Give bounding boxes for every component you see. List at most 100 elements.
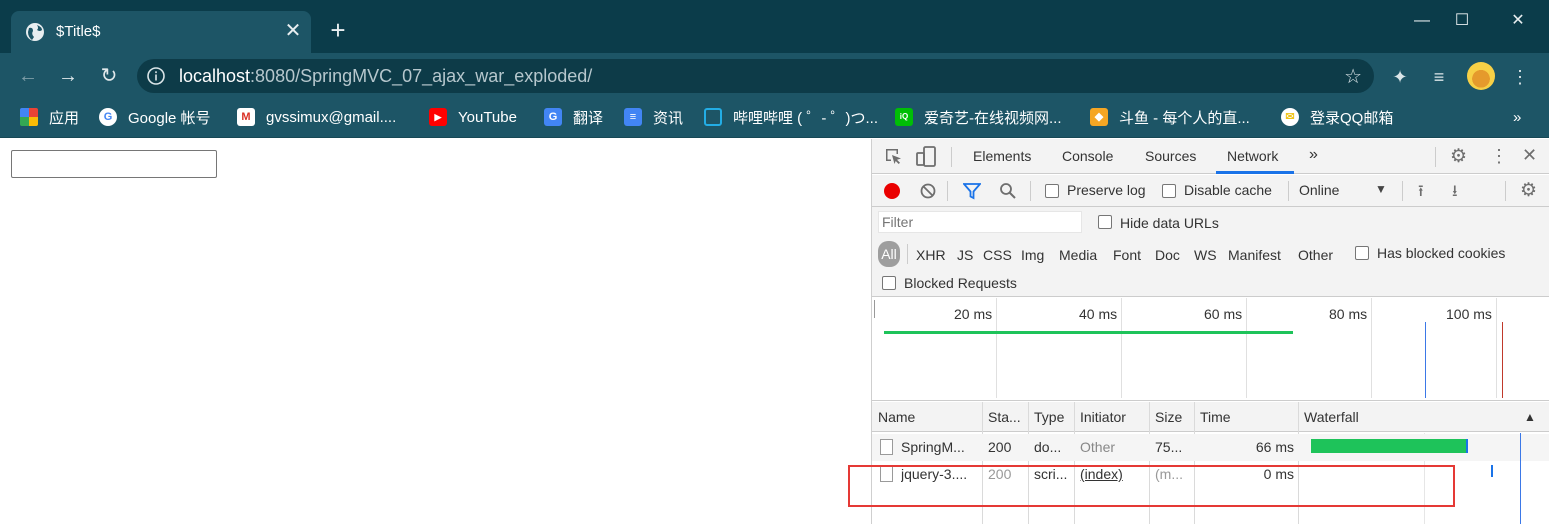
bookmark-label: 翻译 — [573, 109, 604, 127]
bookmark-qqmail[interactable]: ✉ 登录QQ邮箱 — [1281, 106, 1393, 128]
settings-gear-icon[interactable]: ⚙ — [1450, 145, 1467, 168]
filter-all-button[interactable]: All — [878, 241, 900, 267]
douyu-icon: ◆ — [1090, 108, 1108, 126]
extensions-puzzle-icon[interactable]: ✦ — [1388, 65, 1412, 89]
network-toolbar: Preserve log Disable cache Online ▼ ⭱ ⭳ … — [872, 175, 1549, 207]
filter-other[interactable]: Other — [1298, 247, 1333, 263]
globe-icon — [26, 23, 44, 41]
bookmark-youtube[interactable]: ▶ YouTube — [429, 106, 517, 128]
sort-ascending-icon[interactable]: ▲ — [1524, 410, 1536, 424]
menu-kebab-icon[interactable]: ⋮ — [1508, 65, 1532, 89]
filter-xhr[interactable]: XHR — [916, 247, 946, 263]
dropdown-arrow-icon[interactable]: ▼ — [1375, 182, 1387, 196]
new-tab-button[interactable]: + — [325, 17, 351, 43]
filter-doc[interactable]: Doc — [1155, 247, 1180, 263]
tab-network[interactable]: Network — [1227, 148, 1278, 164]
column-waterfall[interactable]: Waterfall — [1304, 409, 1359, 425]
media-playlist-icon[interactable]: ≡ — [1427, 65, 1451, 89]
bookmark-translate[interactable]: G 翻译 — [544, 106, 603, 128]
filter-manifest[interactable]: Manifest — [1228, 247, 1281, 263]
news-icon: ≡ — [624, 108, 642, 126]
tab-sources[interactable]: Sources — [1145, 148, 1196, 164]
has-blocked-cookies-checkbox[interactable] — [1355, 246, 1369, 260]
filter-funnel-icon[interactable] — [963, 182, 981, 200]
close-window-button[interactable]: ✕ — [1503, 6, 1533, 36]
request-type: do... — [1034, 439, 1062, 455]
browser-tab[interactable]: $Title$ ✕ — [11, 11, 311, 53]
bookmark-news[interactable]: ≡ 资讯 — [624, 106, 683, 128]
tab-elements[interactable]: Elements — [973, 148, 1031, 164]
address-bar[interactable]: localhost:8080/SpringMVC_07_ajax_war_exp… — [137, 59, 1374, 93]
bookmark-gmail[interactable]: M gvssimux@gmail.... — [237, 106, 396, 128]
filter-media[interactable]: Media — [1059, 247, 1097, 263]
tick-label: 100 ms — [1446, 306, 1492, 322]
inspect-element-icon[interactable] — [884, 147, 904, 167]
column-time[interactable]: Time — [1200, 409, 1231, 425]
filter-font[interactable]: Font — [1113, 247, 1141, 263]
column-status[interactable]: Sta... — [988, 409, 1021, 425]
url-text: localhost:8080/SpringMVC_07_ajax_war_exp… — [179, 66, 592, 87]
back-arrow-icon[interactable]: ← — [15, 63, 41, 89]
column-name[interactable]: Name — [878, 409, 915, 425]
filter-img[interactable]: Img — [1021, 247, 1044, 263]
timeline-overview[interactable]: 20 ms 40 ms 60 ms 80 ms 100 ms — [872, 298, 1549, 401]
export-har-icon[interactable]: ⭳ — [1452, 180, 1458, 207]
bookmark-douyu[interactable]: ◆ 斗鱼 - 每个人的直... — [1090, 106, 1250, 128]
bookmarks-overflow-button[interactable]: » — [1513, 106, 1521, 128]
bookmark-google-account[interactable]: G Google 帐号 — [99, 106, 211, 128]
record-icon[interactable] — [884, 183, 900, 199]
grid-line — [1496, 298, 1497, 398]
reload-icon[interactable]: ↻ — [96, 63, 122, 89]
bookmark-label: Google 帐号 — [128, 109, 211, 127]
tab-console[interactable]: Console — [1062, 148, 1113, 164]
column-size[interactable]: Size — [1155, 409, 1182, 425]
bookmark-bilibili[interactable]: 哔哩哔哩 ( ゜- ゜)つ... — [704, 106, 878, 128]
preserve-log-checkbox[interactable] — [1045, 184, 1059, 198]
browser-toolbar: ← → ↻ localhost:8080/SpringMVC_07_ajax_w… — [0, 53, 1549, 99]
customize-kebab-icon[interactable]: ⋮ — [1490, 146, 1508, 167]
device-toolbar-icon[interactable] — [916, 146, 936, 168]
close-tab-icon[interactable]: ✕ — [283, 19, 303, 43]
column-initiator[interactable]: Initiator — [1080, 409, 1126, 425]
blocked-requests-checkbox[interactable] — [882, 276, 896, 290]
request-time: 66 ms — [1255, 439, 1294, 455]
separator — [1402, 181, 1403, 201]
profile-avatar[interactable] — [1467, 62, 1495, 90]
hide-data-urls-checkbox[interactable] — [1098, 215, 1112, 229]
close-devtools-icon[interactable]: ✕ — [1522, 145, 1537, 166]
maximize-button[interactable]: ☐ — [1447, 6, 1477, 36]
clear-icon[interactable] — [920, 183, 936, 199]
separator — [1288, 181, 1289, 201]
table-row[interactable]: SpringM... 200 do... Other 75... 66 ms — [872, 434, 1549, 461]
gmail-icon: M — [237, 108, 255, 126]
qqmail-icon: ✉ — [1281, 108, 1299, 126]
filter-css[interactable]: CSS — [983, 247, 1012, 263]
waterfall-bar — [1491, 465, 1493, 477]
devtools-tab-bar: Elements Console Sources Network » ⚙ ⋮ ✕ — [872, 139, 1549, 174]
filter-input[interactable] — [878, 211, 1082, 233]
column-type[interactable]: Type — [1034, 409, 1064, 425]
tick-label: 20 ms — [954, 306, 993, 322]
grid-line — [1246, 298, 1247, 398]
request-name: SpringM... — [901, 439, 965, 455]
import-har-icon[interactable]: ⭱ — [1418, 180, 1424, 207]
overview-start-handle[interactable] — [874, 300, 875, 318]
bookmark-label: gvssimux@gmail.... — [266, 108, 397, 126]
forward-arrow-icon[interactable]: → — [55, 63, 81, 89]
bookmark-iqiyi[interactable]: iQ 爱奇艺-在线视频网... — [895, 106, 1062, 128]
bookmark-label: 登录QQ邮箱 — [1310, 109, 1394, 127]
filter-js[interactable]: JS — [957, 247, 973, 263]
active-tab-indicator — [1216, 171, 1294, 174]
filter-ws[interactable]: WS — [1194, 247, 1217, 263]
minimize-button[interactable]: — — [1407, 6, 1437, 36]
bookmark-star-icon[interactable]: ☆ — [1344, 64, 1362, 89]
grid-line — [996, 298, 997, 398]
disable-cache-checkbox[interactable] — [1162, 184, 1176, 198]
network-settings-gear-icon[interactable]: ⚙ — [1520, 179, 1537, 202]
throttling-select[interactable]: Online — [1299, 182, 1339, 198]
bookmark-apps[interactable]: 应用 — [20, 106, 79, 128]
more-tabs-button[interactable]: » — [1309, 146, 1318, 164]
search-icon[interactable] — [999, 182, 1017, 200]
google-icon: G — [99, 108, 117, 126]
page-text-input[interactable] — [11, 150, 217, 178]
